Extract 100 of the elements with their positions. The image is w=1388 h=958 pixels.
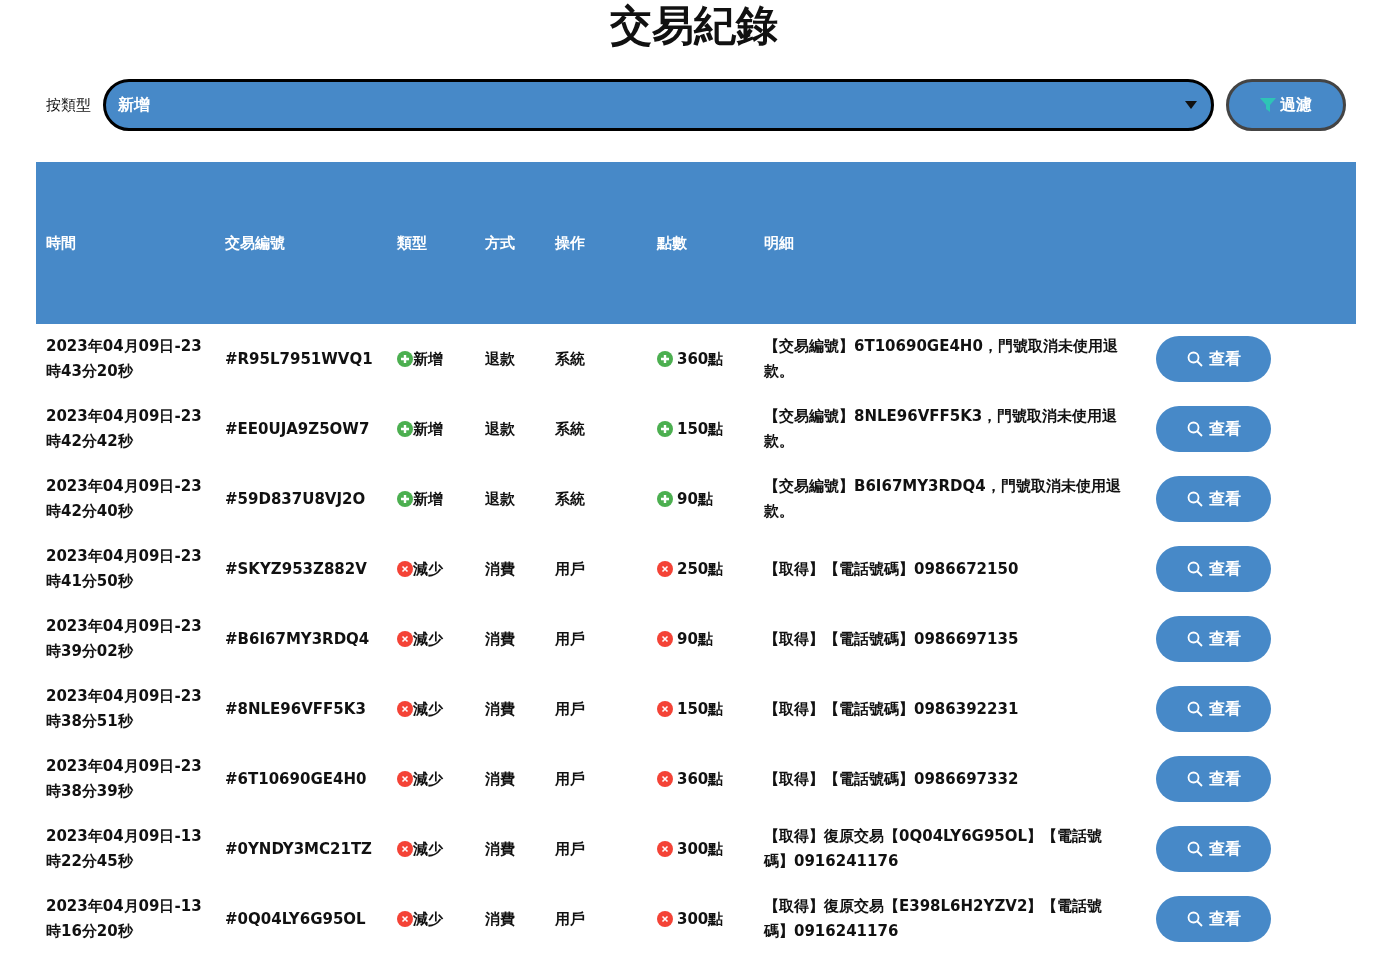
operator-cell: 用戶 xyxy=(555,909,585,928)
plus-circle-icon xyxy=(657,421,673,437)
type-label: 減少 xyxy=(413,768,443,790)
view-button[interactable]: 查看 xyxy=(1156,476,1271,522)
points-cell-text: 300點 xyxy=(677,838,724,860)
x-circle-icon xyxy=(657,841,673,857)
time-cell-text: 2023年04月09日-23 時38分51秒 xyxy=(46,686,203,732)
detail-cell: 【取得】【電話號碼】0986392231 xyxy=(764,699,1019,718)
page-title: 交易紀錄 xyxy=(609,0,779,52)
funnel-icon xyxy=(1260,97,1276,113)
view-button[interactable]: 查看 xyxy=(1156,616,1271,662)
method-cell: 消費 xyxy=(485,629,515,648)
plus-circle-icon xyxy=(397,351,413,367)
operator-cell: 用戶 xyxy=(555,629,585,648)
method-cell: 退款 xyxy=(485,419,515,438)
transaction-id: #0Q04LY6G95OL xyxy=(225,909,366,928)
method-cell: 消費 xyxy=(485,699,515,718)
x-circle-icon xyxy=(397,771,413,787)
operator-cell: 用戶 xyxy=(555,769,585,788)
plus-circle-icon xyxy=(657,351,673,367)
operator-cell: 用戶 xyxy=(555,839,585,858)
operator-cell: 系統 xyxy=(555,489,585,508)
search-icon xyxy=(1186,561,1203,577)
transaction-id: #EE0UJA9Z5OW7 xyxy=(225,419,370,438)
points-cell-text: 300點 xyxy=(677,908,724,930)
points-cell-text: 360點 xyxy=(677,348,724,370)
type-label: 減少 xyxy=(413,838,443,860)
detail-cell: 【交易編號】B6I67MY3RDQ4，門號取消未使用退款。 xyxy=(764,477,1121,520)
column-header: 明細 xyxy=(764,233,794,252)
view-button[interactable]: 查看 xyxy=(1156,896,1271,942)
method-cell: 退款 xyxy=(485,349,515,368)
transaction-id: #59D837U8VJ2O xyxy=(225,489,366,508)
type-label: 新增 xyxy=(413,418,443,440)
detail-cell: 【取得】【電話號碼】0986672150 xyxy=(764,559,1019,578)
search-icon xyxy=(1186,351,1203,367)
search-icon xyxy=(1186,701,1203,717)
time-cell-text: 2023年04月09日-23 時43分20秒 xyxy=(46,336,203,382)
column-header: 方式 xyxy=(485,233,515,252)
search-icon xyxy=(1186,631,1203,647)
x-circle-icon xyxy=(397,701,413,717)
method-cell: 消費 xyxy=(485,909,515,928)
operator-cell: 用戶 xyxy=(555,699,585,718)
points-cell-text: 90點 xyxy=(677,488,713,510)
type-label: 減少 xyxy=(413,698,443,720)
filter-label: 按類型 xyxy=(46,95,91,115)
search-icon xyxy=(1186,491,1203,507)
transaction-id: #0YNDY3MC21TZ xyxy=(225,839,372,858)
time-cell-text: 2023年04月09日-23 時39分02秒 xyxy=(46,616,203,662)
type-dropdown[interactable]: 新增 xyxy=(103,79,1214,131)
detail-cell: 【取得】復原交易【0Q04LY6G95OL】【電話號碼】0916241176 xyxy=(764,827,1103,870)
search-icon xyxy=(1186,841,1203,857)
plus-circle-icon xyxy=(397,421,413,437)
column-header: 交易編號 xyxy=(225,233,285,252)
view-button[interactable]: 查看 xyxy=(1156,686,1271,732)
x-circle-icon xyxy=(397,631,413,647)
x-circle-icon xyxy=(657,561,673,577)
transaction-id: #SKYZ953Z882V xyxy=(225,559,367,578)
view-button[interactable]: 查看 xyxy=(1156,826,1271,872)
detail-cell: 【取得】【電話號碼】0986697135 xyxy=(764,629,1019,648)
x-circle-icon xyxy=(657,771,673,787)
search-icon xyxy=(1186,771,1203,787)
column-header: 類型 xyxy=(397,233,427,252)
view-button[interactable]: 查看 xyxy=(1156,406,1271,452)
x-circle-icon xyxy=(657,701,673,717)
detail-cell: 【交易編號】8NLE96VFF5K3，門號取消未使用退款。 xyxy=(764,407,1118,450)
x-circle-icon xyxy=(397,841,413,857)
type-label: 新增 xyxy=(413,488,443,510)
operator-cell: 用戶 xyxy=(555,559,585,578)
points-cell-text: 360點 xyxy=(677,768,724,790)
operator-cell: 系統 xyxy=(555,419,585,438)
method-cell: 退款 xyxy=(485,489,515,508)
x-circle-icon xyxy=(657,631,673,647)
time-cell-text: 2023年04月09日-23 時42分42秒 xyxy=(46,406,203,452)
time-cell-text: 2023年04月09日-13 時22分45秒 xyxy=(46,826,203,872)
type-label: 減少 xyxy=(413,628,443,650)
transaction-id: #B6I67MY3RDQ4 xyxy=(225,629,370,648)
time-cell-text: 2023年04月09日-13 時16分20秒 xyxy=(46,896,203,942)
method-cell: 消費 xyxy=(485,839,515,858)
plus-circle-icon xyxy=(657,491,673,507)
type-label: 減少 xyxy=(413,908,443,930)
filter-button[interactable]: 過濾 xyxy=(1226,79,1346,131)
x-circle-icon xyxy=(657,911,673,927)
view-button[interactable]: 查看 xyxy=(1156,336,1271,382)
column-header: 操作 xyxy=(555,233,585,252)
time-cell-text: 2023年04月09日-23 時41分50秒 xyxy=(46,546,203,592)
type-label: 新增 xyxy=(413,348,443,370)
view-button[interactable]: 查看 xyxy=(1156,546,1271,592)
search-icon xyxy=(1186,911,1203,927)
column-header: 時間 xyxy=(46,233,76,252)
points-cell-text: 90點 xyxy=(677,628,713,650)
detail-cell: 【交易編號】6T10690GE4H0，門號取消未使用退款。 xyxy=(764,337,1118,380)
method-cell: 消費 xyxy=(485,559,515,578)
points-cell-text: 150點 xyxy=(677,698,724,720)
detail-cell: 【取得】【電話號碼】0986697332 xyxy=(764,769,1019,788)
type-label: 減少 xyxy=(413,558,443,580)
view-button[interactable]: 查看 xyxy=(1156,756,1271,802)
plus-circle-icon xyxy=(397,491,413,507)
points-cell-text: 150點 xyxy=(677,418,724,440)
caret-icon xyxy=(1185,101,1197,109)
column-header: 點數 xyxy=(657,233,687,252)
